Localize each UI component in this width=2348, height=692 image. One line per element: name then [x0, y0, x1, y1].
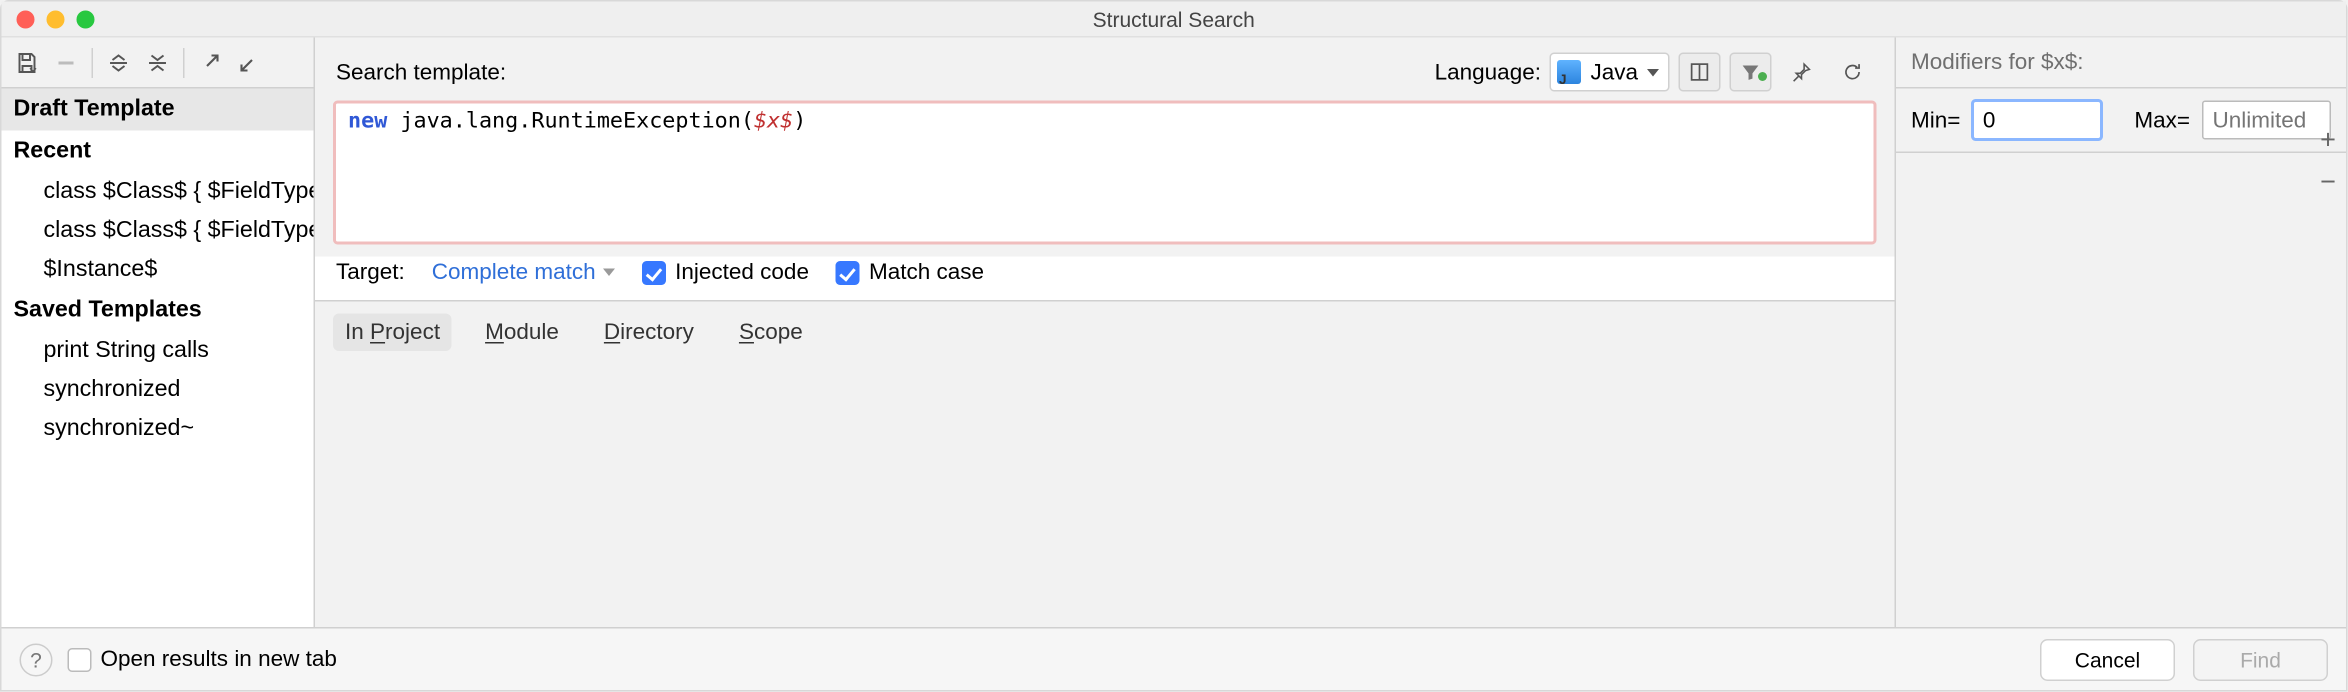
modifier-add-remove: + − [2313, 125, 2343, 197]
target-select[interactable]: Complete match [432, 260, 615, 286]
language-select[interactable]: Java [1550, 53, 1670, 92]
target-value: Complete match [432, 260, 596, 286]
help-icon[interactable]: ? [20, 643, 53, 676]
injected-code-checkbox[interactable]: Injected code [642, 260, 809, 286]
tree-item[interactable]: synchronized~ [2, 410, 314, 449]
checkbox-checked-icon [836, 260, 860, 284]
find-button[interactable]: Find [2193, 638, 2328, 680]
search-template-label: Search template: [336, 59, 506, 85]
language-label: Language: [1435, 59, 1541, 85]
match-case-checkbox[interactable]: Match case [836, 260, 984, 286]
tree-item[interactable]: print String calls [2, 332, 314, 371]
open-new-tab-checkbox[interactable]: Open results in new tab [68, 647, 337, 673]
scope-tab-directory[interactable]: Directory [592, 314, 706, 352]
minimize-icon[interactable] [47, 10, 65, 28]
open-new-tab-label: Open results in new tab [101, 647, 337, 673]
pin-icon[interactable] [1781, 53, 1823, 92]
return-to-window-icon[interactable] [230, 43, 269, 82]
sidebar-toolbar [2, 38, 314, 89]
scope-tab-in-project[interactable]: In Project [333, 314, 452, 352]
java-file-icon [1557, 60, 1581, 84]
code-variable: $x$ [754, 110, 793, 134]
modifiers-panel: Modifiers for $x$: Min= Max= [1896, 38, 2346, 628]
collapse-all-icon[interactable] [138, 43, 177, 82]
filter-icon[interactable] [1730, 53, 1772, 92]
save-template-icon[interactable] [8, 43, 47, 82]
open-in-window-icon[interactable] [191, 43, 230, 82]
maximize-icon[interactable] [77, 10, 95, 28]
tree-header-recent[interactable]: Recent [2, 131, 314, 173]
max-input[interactable] [2202, 101, 2331, 140]
tree-item[interactable]: class $Class$ { $FieldType$ [2, 212, 314, 251]
templates-tree[interactable]: Draft Template Recent class $Class$ { $F… [2, 89, 314, 628]
checkbox-unchecked-icon [68, 647, 92, 671]
tree-item[interactable]: class $Class$ { $FieldType$ [2, 173, 314, 212]
center-panel: Search template: Language: Java [315, 38, 1896, 628]
tree-item[interactable]: synchronized [2, 371, 314, 410]
match-case-label: Match case [869, 260, 984, 286]
expand-all-icon[interactable] [99, 43, 138, 82]
code-close: ) [793, 110, 806, 134]
chevron-down-icon [1647, 68, 1659, 76]
remove-modifier-icon[interactable]: − [2313, 167, 2343, 197]
window-title: Structural Search [2, 7, 2347, 31]
cancel-button[interactable]: Cancel [2040, 638, 2175, 680]
tree-header-draft[interactable]: Draft Template [2, 89, 314, 131]
modifiers-header: Modifiers for $x$: [1896, 38, 2346, 89]
layout-columns-icon[interactable] [1679, 53, 1721, 92]
tree-item[interactable]: $Instance$ [2, 251, 314, 290]
refresh-icon[interactable] [1832, 53, 1874, 92]
dialog-footer: ? Open results in new tab Cancel Find [2, 627, 2347, 690]
add-modifier-icon[interactable]: + [2313, 125, 2343, 155]
min-label: Min= [1911, 107, 1960, 133]
window-controls [2, 10, 95, 28]
close-icon[interactable] [17, 10, 35, 28]
language-value: Java [1590, 59, 1638, 85]
scope-tab-scope[interactable]: Scope [727, 314, 815, 352]
scope-tab-module[interactable]: Module [473, 314, 571, 352]
titlebar: Structural Search [2, 2, 2347, 38]
code-body: java.lang.RuntimeException( [387, 110, 754, 134]
scope-tabs: In Project Module Directory Scope [315, 302, 1895, 364]
remove-template-icon[interactable] [47, 43, 86, 82]
templates-sidebar: Draft Template Recent class $Class$ { $F… [2, 38, 316, 628]
chevron-down-icon [603, 269, 615, 277]
checkbox-checked-icon [642, 260, 666, 284]
max-label: Max= [2134, 107, 2190, 133]
injected-code-label: Injected code [675, 260, 809, 286]
search-template-editor[interactable]: new java.lang.RuntimeException($x$) [333, 101, 1877, 245]
min-input[interactable] [1972, 101, 2101, 140]
target-label: Target: [336, 260, 405, 286]
tree-header-saved[interactable]: Saved Templates [2, 290, 314, 332]
code-keyword: new [348, 110, 387, 134]
